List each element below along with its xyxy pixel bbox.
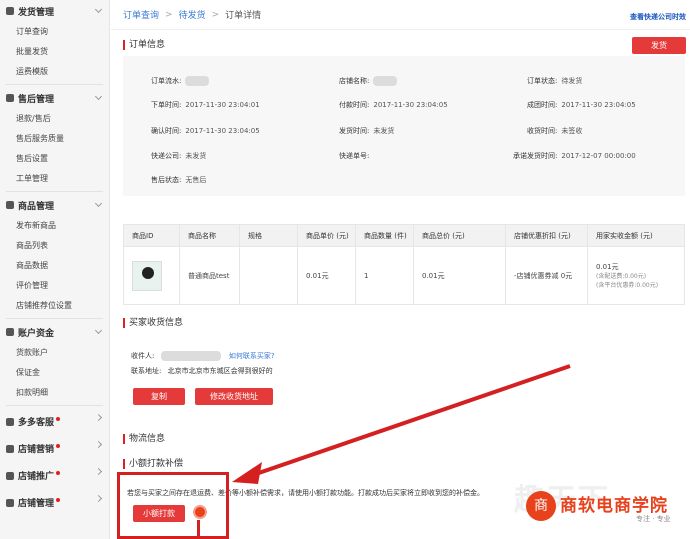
logo-badge-icon: 商: [526, 491, 556, 521]
logo-name: 商软电商学院: [560, 496, 668, 516]
brand-logo: 商 商软电商学院 专注 · 专业: [526, 489, 686, 531]
annotation-arrow-shaft: [249, 364, 571, 478]
annotation-arrow-head: [232, 462, 262, 484]
annotation-arrow: [232, 364, 571, 484]
logo-slogan: 专注 · 专业: [636, 515, 671, 523]
